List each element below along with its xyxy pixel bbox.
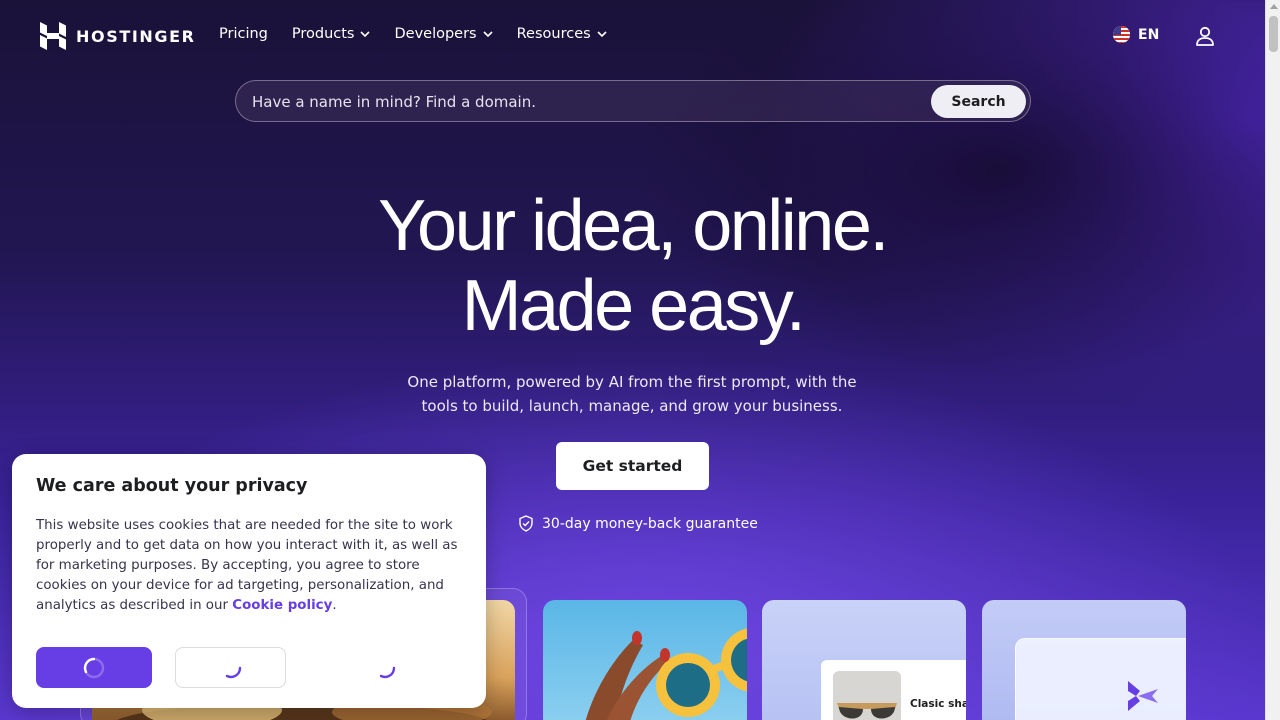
chevron-down-icon [360,31,371,38]
nav-pricing[interactable]: Pricing [219,26,268,42]
top-nav: HOSTINGER Pricing Products Developers Re… [0,0,1265,72]
page: HOSTINGER Pricing Products Developers Re… [0,0,1265,720]
sunglasses-hand-image [585,628,747,720]
accept-cookies-button[interactable] [36,647,152,688]
hero-subtitle: One platform, powered by AI from the fir… [407,373,857,415]
nav-resources[interactable]: Resources [517,26,607,42]
hero-title-line1: Your idea, online. [378,186,889,266]
showcase-card-product: Clasic shad [762,600,966,720]
cookie-title: We care about your privacy [36,476,308,496]
product-panel: Clasic shad [821,660,966,720]
scroll-up-arrow-icon[interactable] [1270,4,1278,9]
domain-search-input[interactable] [252,91,932,113]
cookie-consent-dialog: We care about your privacy This website … [12,454,486,708]
nav-links: Pricing Products Developers Resources [219,26,607,42]
showcase-card-ai [982,600,1186,720]
search-button[interactable]: Search [931,85,1026,118]
hostinger-logo-icon [40,22,66,50]
vertical-scrollbar[interactable] [1265,0,1280,720]
showcase-card-sunglasses [543,600,747,720]
user-account-icon[interactable] [1195,25,1215,47]
chevron-down-icon [483,31,493,38]
nav-products-label: Products [291,26,355,42]
loading-spinner-icon [83,657,105,678]
nav-developers[interactable]: Developers [394,26,493,42]
hero-title: Your idea, online. Made easy. [0,186,1265,346]
shield-check-icon [519,515,533,532]
nav-developers-label: Developers [394,26,477,42]
cookie-body-suffix: . [332,598,337,613]
product-name: Clasic shad [910,698,966,710]
loading-spinner-icon [225,666,241,678]
scrollbar-thumb[interactable] [1269,16,1278,52]
us-flag-icon [1113,26,1130,43]
nav-pricing-label: Pricing [219,26,268,42]
cookie-settings-button[interactable] [366,647,404,688]
hostinger-logo[interactable]: HOSTINGER [40,22,196,50]
hero-title-line2: Made easy. [461,266,806,346]
cookie-body: This website uses cookies that are neede… [36,516,466,616]
language-selector[interactable]: EN [1113,26,1159,43]
language-label: EN [1138,26,1160,43]
loading-spinner-icon [379,666,396,678]
get-started-button[interactable]: Get started [556,442,709,490]
ai-panel [1015,638,1186,720]
nav-resources-label: Resources [516,26,591,42]
decline-cookies-button[interactable] [175,647,286,688]
brand-name: HOSTINGER [76,26,196,46]
cookie-policy-link[interactable]: Cookie policy [232,598,332,613]
product-thumbnail [833,671,901,720]
guarantee-text: 30-day money-back guarantee [542,515,758,532]
money-back-guarantee: 30-day money-back guarantee [518,515,758,532]
sunglasses-product-image [837,703,897,719]
chevron-down-icon [597,31,607,38]
nav-products[interactable]: Products [292,26,371,42]
ai-agent-logo-icon [1128,681,1158,711]
domain-search-bar: Search [235,80,1031,122]
